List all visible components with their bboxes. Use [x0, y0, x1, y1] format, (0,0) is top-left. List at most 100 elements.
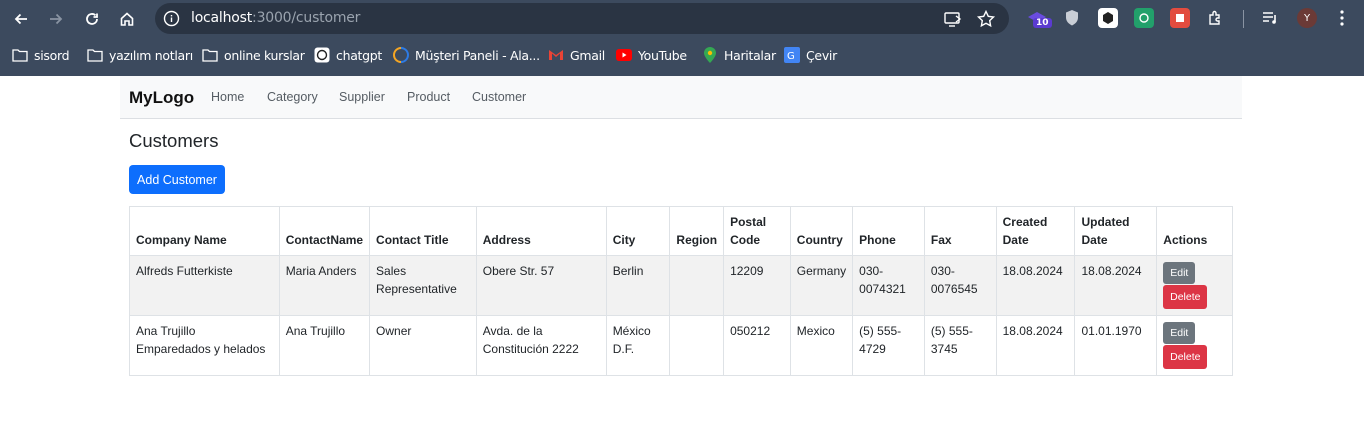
delete-button[interactable]: Delete [1163, 285, 1208, 309]
bookmark-youtube[interactable]: YouTube [616, 45, 687, 65]
edit-button[interactable]: Edit [1163, 322, 1196, 344]
column-header: Actions [1156, 206, 1233, 256]
table-cell: 18.08.2024 [995, 315, 1076, 376]
bookmark-label: sisord [34, 47, 70, 63]
column-header: Region [669, 206, 725, 256]
bookmark-label: chatgpt [336, 47, 383, 63]
table-cell: 12209 [723, 255, 791, 316]
youtube-icon [616, 47, 632, 63]
table-cell: 030-0076545 [923, 255, 997, 316]
column-header: Contact Title [369, 206, 477, 256]
table-cell: Berlin [605, 255, 671, 316]
column-header: Fax [923, 206, 997, 256]
brand-logo[interactable]: MyLogo [129, 88, 194, 108]
url-path: :3000/customer [252, 10, 361, 26]
delete-button[interactable]: Delete [1163, 345, 1208, 369]
add-customer-button[interactable]: Add Customer [129, 165, 225, 194]
svg-text:G: G [787, 51, 794, 62]
bookmark-yazilim-notlari[interactable]: yazılım notları [87, 45, 193, 65]
table-cell: 18.08.2024 [995, 255, 1076, 316]
table-row: Ana Trujillo Emparedados y helados Ana T… [129, 315, 1233, 376]
column-header: City [605, 206, 671, 256]
table-cell: Ana Trujillo Emparedados y helados [129, 315, 280, 376]
bookmark-haritalar[interactable]: Haritalar [702, 45, 776, 65]
table-cell: Mexico [789, 315, 854, 376]
forward-arrow-icon[interactable] [43, 6, 69, 32]
reload-icon[interactable] [79, 6, 105, 32]
table-cell: Obere Str. 57 [475, 255, 607, 316]
bookmark-star-icon[interactable] [976, 9, 996, 29]
extension-cube-icon[interactable] [1098, 8, 1118, 28]
column-header: Postal Code [723, 206, 791, 256]
edit-button[interactable]: Edit [1163, 262, 1196, 284]
customers-table: Company Name ContactName Contact Title A… [129, 206, 1233, 376]
bookmark-cevir[interactable]: G Çevir [784, 45, 837, 65]
gmail-icon [548, 47, 564, 63]
table-cell: 030-0074321 [852, 255, 925, 316]
site-info-icon[interactable] [163, 10, 180, 27]
table-cell: Germany [789, 255, 854, 316]
url-text: localhost:3000/customer [191, 10, 360, 26]
profile-avatar[interactable]: Y [1297, 8, 1317, 28]
column-header: ContactName [278, 206, 371, 256]
bookmark-label: Haritalar [724, 47, 776, 63]
translate-icon: G [784, 47, 800, 63]
folder-icon [12, 47, 28, 63]
site-icon [393, 47, 409, 63]
table-cell: Sales Representative [369, 255, 477, 316]
toolbar-separator [1243, 10, 1244, 28]
bookmark-label: YouTube [638, 47, 687, 63]
actions-cell: Edit Delete [1156, 315, 1233, 376]
bookmark-gmail[interactable]: Gmail [548, 45, 605, 65]
back-arrow-icon[interactable] [8, 6, 34, 32]
extensions-puzzle-icon[interactable] [1206, 8, 1226, 28]
column-header: Phone [852, 206, 925, 256]
table-cell: Maria Anders [278, 255, 371, 316]
table-cell: Avda. de la Constitución 2222 [475, 315, 607, 376]
nav-link-category[interactable]: Category [267, 90, 318, 104]
table-cell: 01.01.1970 [1074, 315, 1158, 376]
table-cell: 18.08.2024 [1074, 255, 1158, 316]
extension-badge: 10 [1033, 18, 1052, 28]
extension-chatgpt-icon[interactable] [1134, 8, 1154, 28]
bookmark-label: Müşteri Paneli - Ala... [415, 47, 540, 63]
nav-link-home[interactable]: Home [211, 90, 244, 104]
table-cell [669, 255, 725, 316]
table-cell [669, 315, 725, 376]
table-cell: (5) 555-3745 [923, 315, 997, 376]
url-host: localhost [191, 10, 253, 26]
bookmark-sisord[interactable]: sisord [12, 45, 70, 65]
folder-icon [87, 47, 103, 63]
address-bar[interactable]: localhost:3000/customer [155, 3, 1009, 34]
install-app-icon[interactable] [943, 9, 963, 29]
column-header: Updated Date [1074, 206, 1158, 256]
bookmarks-bar: sisord yazılım notları online kurslar ch… [0, 40, 1364, 70]
extension-shield-icon[interactable] [1062, 8, 1082, 28]
column-header: Company Name [129, 206, 280, 256]
extension-red-icon[interactable] [1170, 8, 1190, 28]
column-header: Address [475, 206, 607, 256]
table-cell: (5) 555-4729 [852, 315, 925, 376]
bookmark-musteri-paneli[interactable]: Müşteri Paneli - Ala... [393, 45, 540, 65]
bookmark-online-kurslar[interactable]: online kurslar [202, 45, 305, 65]
nav-link-customer[interactable]: Customer [472, 90, 526, 104]
maps-icon [702, 47, 718, 63]
nav-link-supplier[interactable]: Supplier [339, 90, 385, 104]
column-header: Created Date [995, 206, 1076, 256]
nav-link-product[interactable]: Product [407, 90, 450, 104]
bookmark-label: Gmail [570, 47, 605, 63]
table-row: Alfreds Futterkiste Maria Anders Sales R… [129, 255, 1233, 316]
browser-toolbar: localhost:3000/customer 10 Y [0, 0, 1364, 37]
table-cell: México D.F. [605, 315, 671, 376]
folder-icon [202, 47, 218, 63]
table-cell: Alfreds Futterkiste [129, 255, 280, 316]
table-cell: Ana Trujillo [278, 315, 371, 376]
bookmark-label: yazılım notları [109, 47, 193, 63]
table-cell: 050212 [723, 315, 791, 376]
menu-kebab-icon[interactable] [1332, 8, 1352, 28]
chatgpt-icon [314, 47, 330, 63]
media-queue-icon[interactable] [1260, 8, 1280, 28]
app-navbar: MyLogo Home Category Supplier Product Cu… [120, 76, 1242, 119]
bookmark-chatgpt[interactable]: chatgpt [314, 45, 382, 65]
home-icon[interactable] [114, 6, 140, 32]
